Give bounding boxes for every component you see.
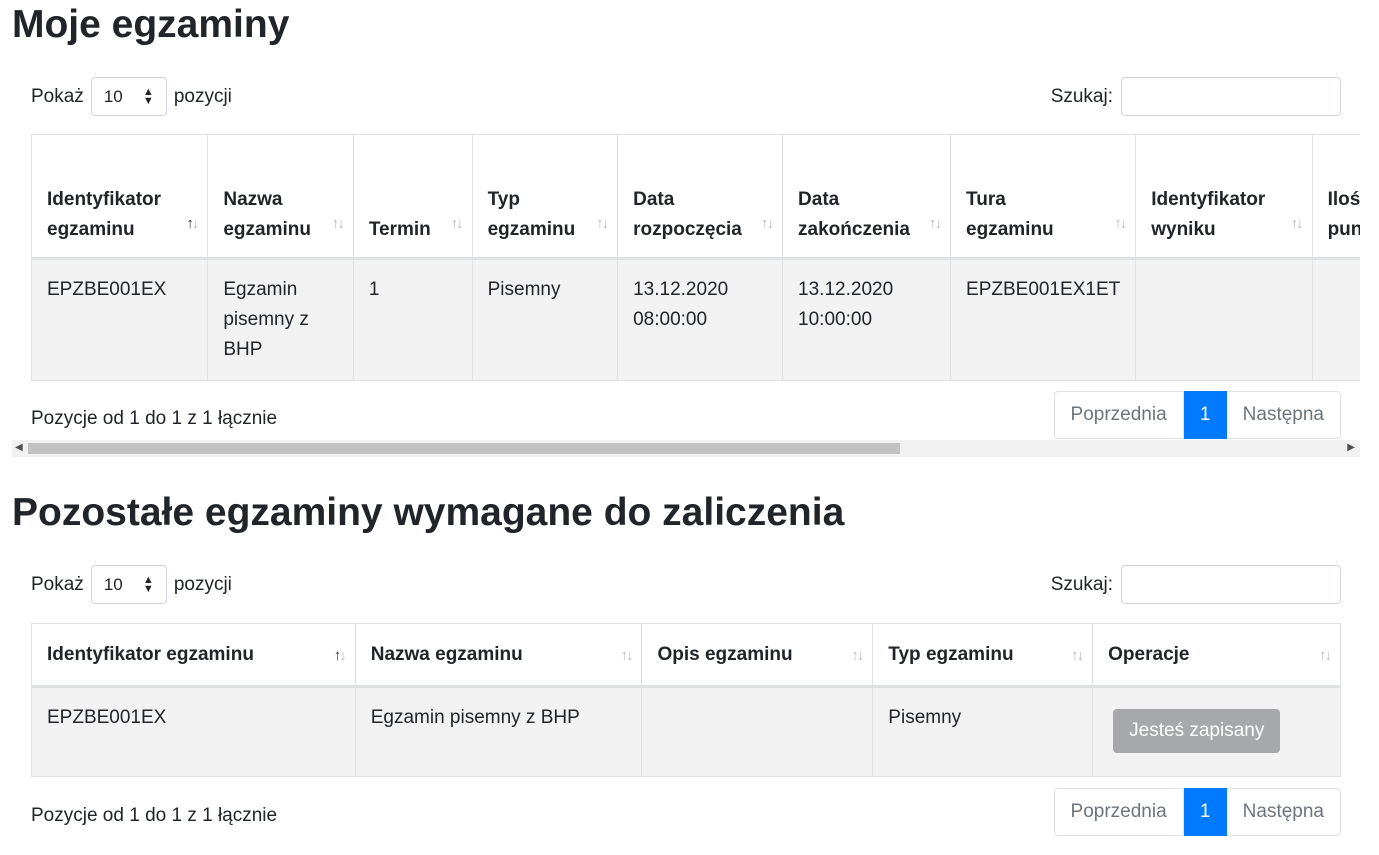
cell-points — [1311, 258, 1360, 381]
page-title-my-exams: Moje egzaminy — [12, 3, 290, 46]
sort-arrows-icon: ↑↓ — [761, 215, 774, 232]
page-length-value: 10 — [103, 574, 123, 594]
search-input[interactable] — [1121, 565, 1341, 604]
exams-table-wrapper: Identyfikator egzaminu ↑↓ Nazwa egzaminu ↑… — [31, 134, 1360, 381]
cell-exam-id: EPZBE001EX — [31, 686, 356, 777]
pagination-prev[interactable]: Poprzednia — [1053, 391, 1184, 439]
pagination: Poprzednia 1 Następna — [1053, 788, 1341, 836]
col-header-exam-round[interactable]: Tura egzaminu ↑↓ — [950, 134, 1137, 260]
col-header-exam-name[interactable]: Nazwa egzaminu ↑↓ — [207, 134, 354, 260]
sort-arrows-icon: ↑↓ — [1114, 215, 1127, 232]
col-header-end-date[interactable]: Data zakończenia ↑↓ — [782, 134, 952, 260]
cell-operations: Jesteś zapisany — [1092, 686, 1341, 777]
search-label: Szukaj: — [1050, 573, 1113, 595]
search-control: Szukaj: — [1051, 565, 1341, 604]
pagination-next[interactable]: Następna — [1226, 788, 1341, 836]
col-header-start-date[interactable]: Data rozpoczęcia ↑↓ — [617, 134, 784, 260]
select-arrows-icon: ▲ ▼ — [142, 573, 154, 595]
search-input[interactable] — [1121, 77, 1341, 116]
col-header-exam-name[interactable]: Nazwa egzaminu ↑↓ — [354, 623, 643, 688]
pagination-page-1[interactable]: 1 — [1183, 391, 1227, 439]
search-control: Szukaj: — [1051, 77, 1341, 116]
scroll-left-icon[interactable]: ◀ — [15, 442, 23, 453]
col-header-term[interactable]: Termin ↑↓ — [352, 134, 473, 260]
cell-exam-id: EPZBE001EX — [31, 258, 209, 381]
sort-arrows-icon: ↑↓ — [186, 215, 199, 232]
cell-exam-name: Egzamin pisemny z BHP — [207, 258, 354, 381]
page-length-select[interactable]: 10 ▲ ▼ — [90, 77, 167, 116]
table-info: Pozycje od 1 do 1 z 1 łącznie — [31, 408, 278, 429]
page-length-control: Pokaż 10 ▲ ▼ pozycji — [31, 77, 232, 116]
cell-exam-round: EPZBE001EX1ET — [950, 258, 1137, 381]
scroll-right-icon[interactable]: ▶ — [1347, 442, 1355, 453]
sort-arrows-icon: ↑↓ — [620, 647, 633, 664]
col-header-points[interactable]: Ilość punk — [1311, 134, 1360, 260]
page-length-control: Pokaż 10 ▲ ▼ pozycji — [31, 565, 232, 604]
col-header-exam-description[interactable]: Opis egzaminu ↑↓ — [641, 623, 874, 688]
cell-start-date: 13.12.2020 08:00:00 — [617, 258, 784, 381]
scrollbar-thumb[interactable] — [28, 443, 900, 454]
show-suffix: pozycji — [173, 573, 232, 595]
cell-exam-name: Egzamin pisemny z BHP — [354, 686, 643, 777]
sort-arrows-icon: ↑↓ — [1071, 647, 1084, 664]
pagination-prev[interactable]: Poprzednia — [1053, 788, 1184, 836]
sort-arrows-icon: ↑↓ — [450, 215, 464, 232]
col-header-result-id[interactable]: Identyfikator wyniku ↑↓ — [1135, 134, 1313, 260]
table-row: EPZBE001EX Egzamin pisemny z BHP Pisemny… — [31, 686, 1341, 777]
sort-arrows-icon: ↑↓ — [596, 215, 609, 232]
col-header-exam-id[interactable]: Identyfikator egzaminu ↑↓ — [31, 134, 209, 260]
select-arrows-icon: ▲ ▼ — [142, 85, 154, 107]
show-suffix: pozycji — [173, 85, 232, 107]
col-header-exam-type[interactable]: Typ egzaminu ↑↓ — [471, 134, 619, 260]
sort-arrows-icon: ↑↓ — [331, 215, 345, 232]
sort-arrows-icon: ↑↓ — [929, 215, 942, 232]
pagination: Poprzednia 1 Następna — [1053, 391, 1341, 439]
col-header-operations[interactable]: Operacje ↑↓ — [1092, 623, 1341, 688]
cell-exam-type: Pisemny — [872, 686, 1094, 777]
remaining-exams-table: Identyfikator egzaminu ↑↓ Nazwa egzaminu ↑… — [31, 623, 1341, 777]
cell-exam-description — [641, 686, 874, 777]
page-title-remaining-exams: Pozostałe egzaminy wymagane do zaliczeni… — [12, 491, 845, 534]
sort-arrows-icon: ↑↓ — [1319, 647, 1332, 664]
pagination-page-1[interactable]: 1 — [1183, 788, 1227, 836]
horizontal-scrollbar[interactable]: ◀ ▶ — [12, 440, 1360, 457]
sort-arrows-icon: ↑↓ — [1290, 215, 1304, 232]
sort-arrows-icon: ↑↓ — [851, 647, 864, 664]
sort-arrows-icon: ↑↓ — [333, 647, 347, 664]
search-label: Szukaj: — [1050, 85, 1113, 107]
cell-result-id — [1135, 258, 1313, 381]
cell-term: 1 — [352, 258, 473, 381]
cell-exam-type: Pisemny — [471, 258, 619, 381]
page-length-select[interactable]: 10 ▲ ▼ — [90, 565, 167, 604]
show-label: Pokaż — [31, 85, 84, 107]
table-row: EPZBE001EX Egzamin pisemny z BHP 1 Pisem… — [31, 258, 1360, 381]
enrolled-button[interactable]: Jesteś zapisany — [1113, 709, 1281, 753]
table-info: Pozycje od 1 do 1 z 1 łącznie — [31, 805, 278, 826]
page-length-value: 10 — [103, 86, 123, 106]
my-exams-table: Identyfikator egzaminu ↑↓ Nazwa egzaminu ↑… — [31, 134, 1360, 381]
remaining-table-wrapper: Identyfikator egzaminu ↑↓ Nazwa egzaminu ↑… — [31, 623, 1341, 777]
pagination-next[interactable]: Następna — [1226, 391, 1341, 439]
cell-end-date: 13.12.2020 10:00:00 — [782, 258, 952, 381]
col-header-exam-id[interactable]: Identyfikator egzaminu ↑↓ — [31, 623, 356, 688]
col-header-exam-type[interactable]: Typ egzaminu ↑↓ — [872, 623, 1094, 688]
show-label: Pokaż — [31, 573, 84, 595]
